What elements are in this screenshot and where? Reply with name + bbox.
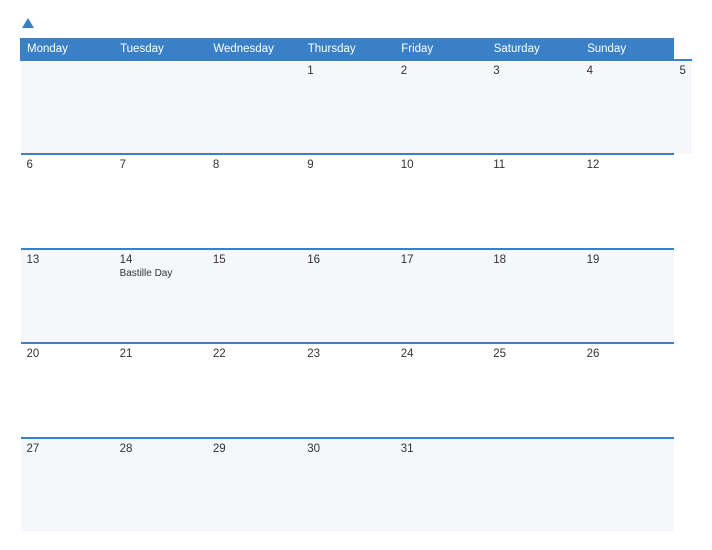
- calendar-week-row: 20 21 22 23 24 25 26: [21, 343, 693, 437]
- calendar-week-row: 123 45: [21, 60, 693, 154]
- header-friday: Friday: [395, 39, 487, 61]
- calendar-cell: 5: [674, 60, 692, 154]
- header-sunday: Sunday: [581, 39, 674, 61]
- calendar-cell: 16: [301, 249, 395, 343]
- calendar-cell: 17: [395, 249, 487, 343]
- calendar-cell: 7: [114, 154, 207, 248]
- day-number: 2: [401, 65, 481, 77]
- calendar-cell: 10: [395, 154, 487, 248]
- day-number: 12: [587, 159, 668, 171]
- day-number: 10: [401, 159, 481, 171]
- calendar-cell: 11: [487, 154, 580, 248]
- weekday-header-row: Monday Tuesday Wednesday Thursday Friday…: [21, 39, 693, 61]
- calendar-cell: [21, 60, 114, 154]
- day-number: 11: [493, 159, 574, 171]
- calendar-cell: 24: [395, 343, 487, 437]
- calendar-cell: 31: [395, 438, 487, 532]
- logo-triangle-icon: [22, 18, 34, 28]
- day-number: 26: [587, 348, 668, 360]
- day-number: 27: [27, 443, 108, 455]
- day-number: 28: [120, 443, 201, 455]
- day-number: 1: [307, 65, 389, 77]
- calendar-cell: 25: [487, 343, 580, 437]
- day-number: 19: [587, 254, 668, 266]
- calendar-cell: 20: [21, 343, 114, 437]
- calendar-cell: [114, 60, 207, 154]
- calendar-cell: [581, 438, 674, 532]
- calendar-page: Monday Tuesday Wednesday Thursday Friday…: [0, 0, 712, 550]
- day-number: 18: [493, 254, 574, 266]
- day-number: 16: [307, 254, 389, 266]
- header: [20, 18, 692, 28]
- day-number: 30: [307, 443, 389, 455]
- day-event: Bastille Day: [120, 268, 201, 279]
- calendar-week-row: 6789 10 11 12: [21, 154, 693, 248]
- day-number: 23: [307, 348, 389, 360]
- calendar-cell: 21: [114, 343, 207, 437]
- calendar-cell: 18: [487, 249, 580, 343]
- day-number: 5: [680, 65, 686, 77]
- day-number: 22: [213, 348, 295, 360]
- day-number: 3: [493, 65, 574, 77]
- calendar-cell: 28: [114, 438, 207, 532]
- day-number: 7: [120, 159, 201, 171]
- day-number: 17: [401, 254, 481, 266]
- calendar-cell: 9: [301, 154, 395, 248]
- day-number: 15: [213, 254, 295, 266]
- day-number: 6: [27, 159, 108, 171]
- day-number: 21: [120, 348, 201, 360]
- calendar-cell: 8: [207, 154, 301, 248]
- calendar-cell: 2: [395, 60, 487, 154]
- calendar-cell: 27: [21, 438, 114, 532]
- calendar-cell: 1: [301, 60, 395, 154]
- calendar-cell: 23: [301, 343, 395, 437]
- logo: [20, 18, 34, 28]
- day-number: 9: [307, 159, 389, 171]
- header-thursday: Thursday: [301, 39, 395, 61]
- calendar-cell: 29: [207, 438, 301, 532]
- header-tuesday: Tuesday: [114, 39, 207, 61]
- calendar-cell: 22: [207, 343, 301, 437]
- calendar-week-row: 13 14 Bastille Day 15 16 17 18 19: [21, 249, 693, 343]
- calendar-cell: 14 Bastille Day: [114, 249, 207, 343]
- header-monday: Monday: [21, 39, 114, 61]
- header-wednesday: Wednesday: [207, 39, 301, 61]
- calendar-cell: 30: [301, 438, 395, 532]
- calendar-cell: [207, 60, 301, 154]
- day-number: 31: [401, 443, 481, 455]
- day-number: 20: [27, 348, 108, 360]
- header-saturday: Saturday: [487, 39, 580, 61]
- day-number: 14: [120, 254, 201, 266]
- calendar-cell: [487, 438, 580, 532]
- calendar-cell: 6: [21, 154, 114, 248]
- calendar-cell: 19: [581, 249, 674, 343]
- day-number: 25: [493, 348, 574, 360]
- day-number: 13: [27, 254, 108, 266]
- calendar-week-row: 27 28 29 30 31: [21, 438, 693, 532]
- calendar-cell: 4: [581, 60, 674, 154]
- day-number: 8: [213, 159, 295, 171]
- calendar-cell: 12: [581, 154, 674, 248]
- calendar-cell: 3: [487, 60, 580, 154]
- calendar-cell: 26: [581, 343, 674, 437]
- day-number: 4: [587, 65, 668, 77]
- calendar-table: Monday Tuesday Wednesday Thursday Friday…: [20, 38, 692, 532]
- day-number: 24: [401, 348, 481, 360]
- day-number: 29: [213, 443, 295, 455]
- calendar-cell: 15: [207, 249, 301, 343]
- calendar-cell: 13: [21, 249, 114, 343]
